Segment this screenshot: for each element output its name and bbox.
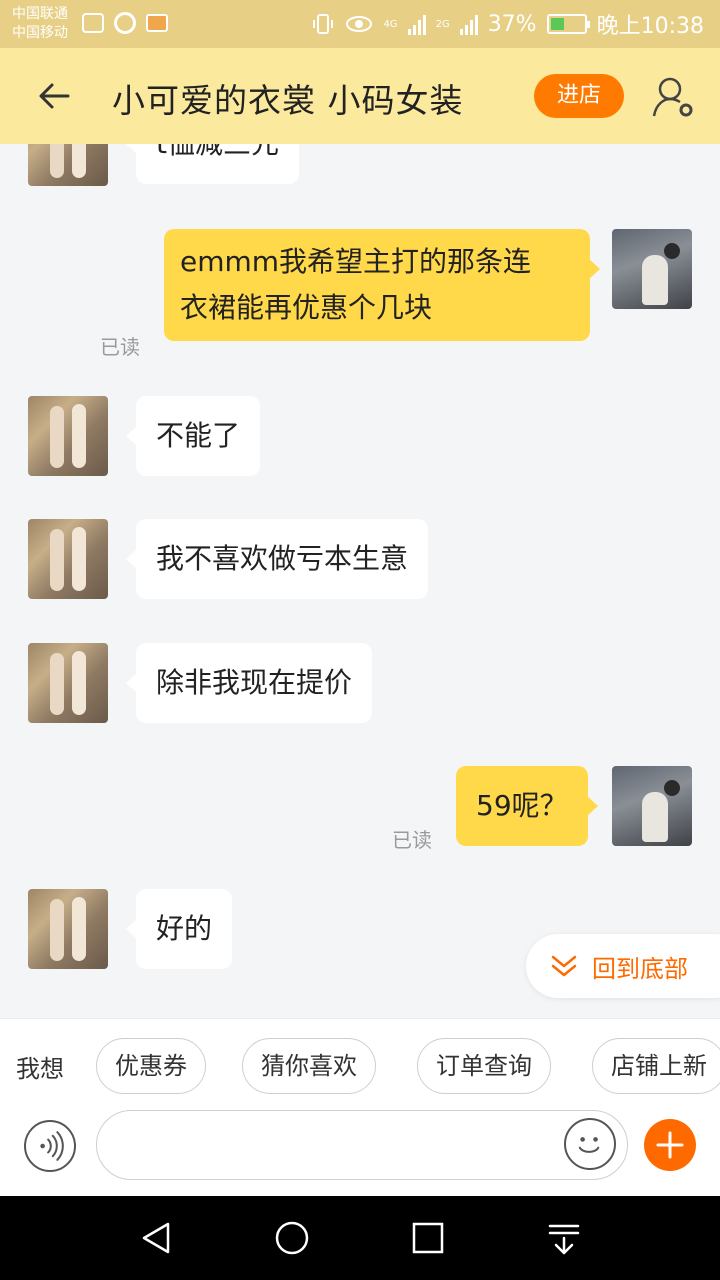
chip-coupon[interactable]: 优惠券: [96, 1038, 206, 1094]
back-to-bottom-button[interactable]: 回到底部: [526, 934, 720, 998]
nav-home-icon[interactable]: [270, 1216, 314, 1260]
shop-avatar[interactable]: [28, 519, 108, 599]
sync-icon: [114, 12, 136, 34]
message-bubble[interactable]: 除非我现在提价: [125, 643, 373, 723]
notification-icons: [82, 12, 168, 34]
enter-store-button[interactable]: 进店: [534, 74, 624, 118]
message-notification-icon: [82, 13, 104, 33]
system-navigation-bar: [0, 1196, 720, 1280]
back-to-bottom-label: 回到底部: [592, 954, 688, 983]
chip-recommend[interactable]: 猜你喜欢: [242, 1038, 376, 1094]
vibrate-icon: [313, 14, 334, 34]
shop-avatar[interactable]: [28, 396, 108, 476]
message-line: 衣裙能再优惠个几块: [180, 291, 433, 324]
system-icons: 4G 2G 37% 晚上10:38: [311, 8, 704, 40]
message-bubble[interactable]: 我不喜欢做亏本生意: [125, 519, 429, 599]
battery-percent: 37%: [487, 11, 537, 37]
message-line: emmm我希望主打的那条连: [180, 245, 532, 278]
more-options-button[interactable]: [644, 1119, 696, 1171]
input-bar: [0, 1108, 720, 1196]
signal-1-icon: [407, 13, 426, 35]
my-avatar[interactable]: [612, 766, 692, 846]
status-bar: 中国联通 中国移动 4G 2G 37% 晚上10:38: [0, 0, 720, 48]
read-status: 已读: [100, 335, 140, 359]
message-bubble[interactable]: emmm我希望主打的那条连 衣裙能再优惠个几块: [164, 229, 600, 341]
network-2-label: 2G: [435, 18, 450, 30]
nav-back-icon[interactable]: [134, 1216, 178, 1260]
message-bubble[interactable]: 59呢？: [456, 766, 598, 846]
battery-icon: [546, 14, 590, 34]
nav-recents-icon[interactable]: [406, 1216, 450, 1260]
carrier-1: 中国联通: [12, 6, 68, 22]
chat-header: 小可爱的衣裳 小码女装 进店: [0, 48, 720, 144]
double-chevron-down-icon: [551, 955, 577, 977]
carrier-2: 中国移动: [12, 25, 68, 41]
shop-avatar[interactable]: [28, 144, 108, 186]
chip-new-arrivals[interactable]: 店铺上新: [592, 1038, 720, 1094]
message-input[interactable]: [96, 1110, 628, 1180]
quick-actions-label: 我想: [16, 1055, 64, 1083]
message-bubble[interactable]: 好的: [125, 889, 233, 969]
message-bubble[interactable]: t恤减三元: [126, 144, 299, 184]
signal-2-icon: [459, 13, 478, 35]
quick-actions-bar: 我想 优惠券 猜你喜欢 订单查询 店铺上新: [0, 1018, 720, 1110]
eye-comfort-icon: [346, 16, 373, 32]
carrier-info: 中国联通 中国移动: [12, 5, 68, 43]
plus-icon: [656, 1131, 684, 1159]
back-arrow-icon[interactable]: [34, 76, 74, 116]
chat-messages[interactable]: t恤减三元 emmm我希望主打的那条连 衣裙能再优惠个几块 已读 不能了 我不喜…: [0, 144, 720, 1018]
emoji-icon[interactable]: [564, 1118, 616, 1170]
shop-avatar[interactable]: [28, 643, 108, 723]
voice-input-icon[interactable]: [24, 1120, 76, 1172]
shop-avatar[interactable]: [28, 889, 108, 969]
wallet-icon: [146, 14, 168, 32]
nav-notifications-icon[interactable]: [542, 1216, 586, 1260]
read-status: 已读: [392, 828, 432, 852]
user-settings-icon[interactable]: [650, 74, 696, 120]
message-bubble[interactable]: 不能了: [125, 396, 261, 476]
my-avatar[interactable]: [612, 229, 692, 309]
network-1-label: 4G: [383, 18, 398, 30]
chip-order-query[interactable]: 订单查询: [417, 1038, 551, 1094]
clock: 晚上10:38: [596, 14, 704, 39]
shop-title: 小可爱的衣裳 小码女装: [112, 81, 464, 120]
